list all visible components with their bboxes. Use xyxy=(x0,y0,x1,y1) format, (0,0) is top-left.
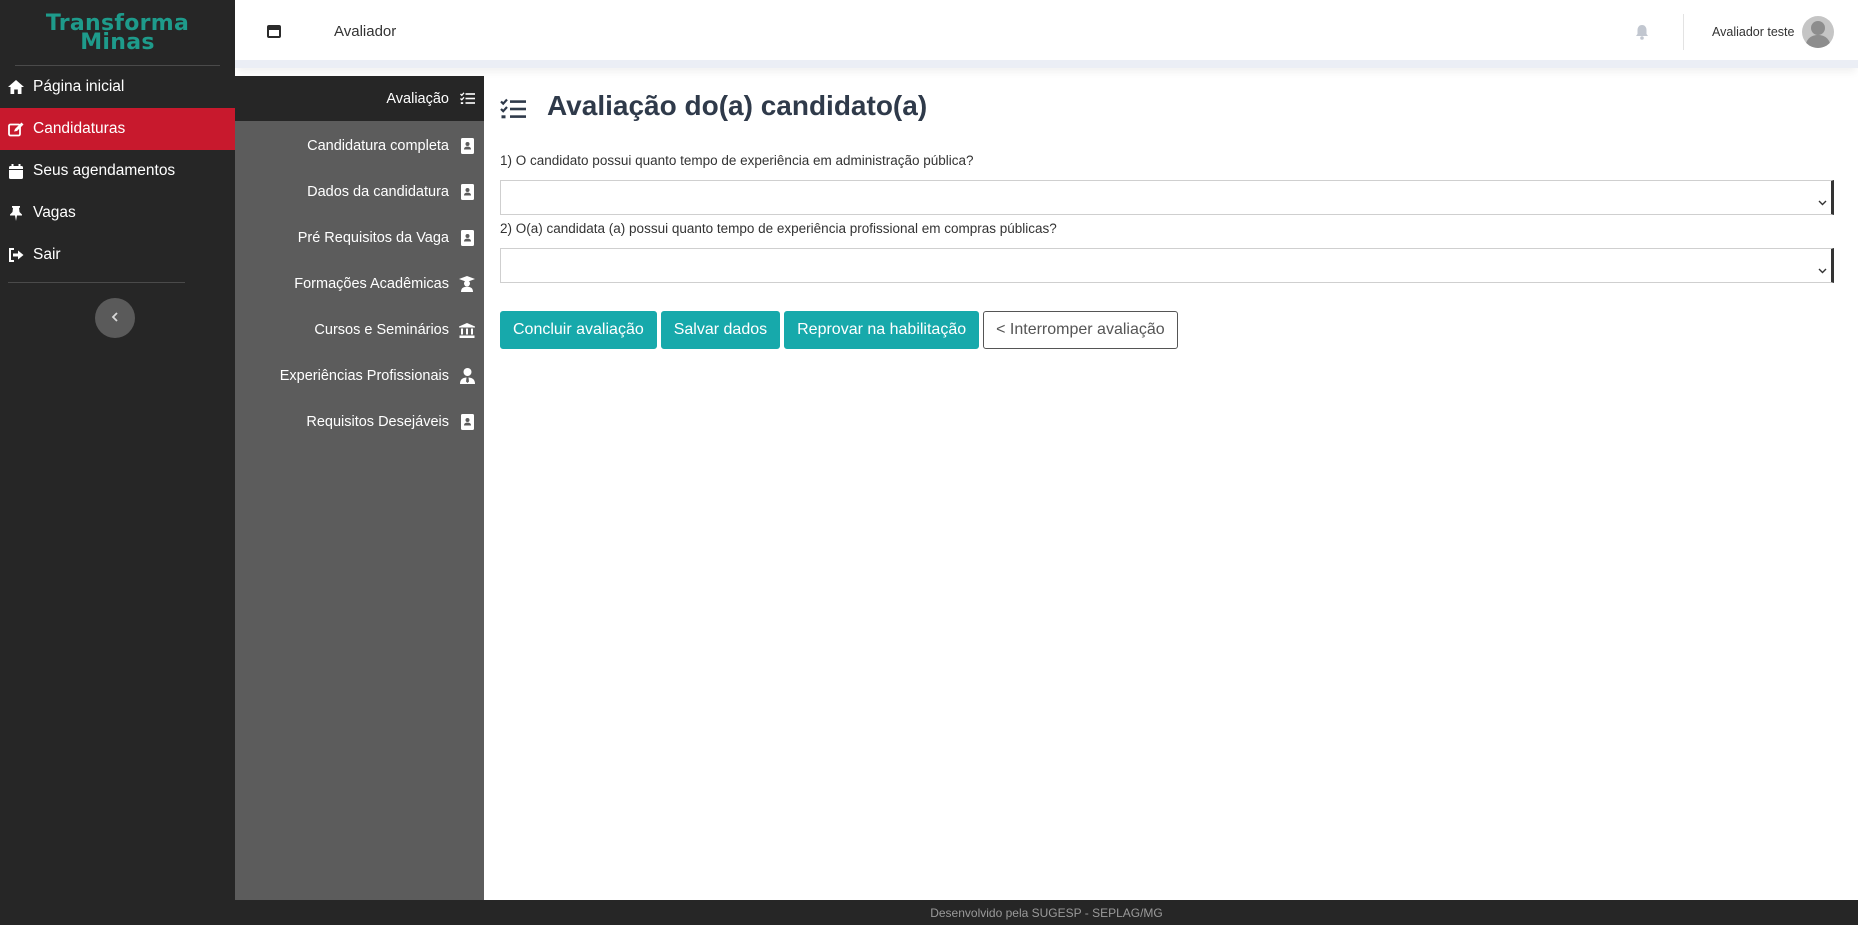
sidebar-item-label: Página inicial xyxy=(33,78,125,95)
save-data-button[interactable]: Salvar dados xyxy=(660,311,781,349)
sidebar-item-seus-agendamentos[interactable]: Seus agendamentos xyxy=(0,150,235,192)
user-tie-icon xyxy=(459,368,475,384)
subnav-item-pre-requisitos[interactable]: Pré Requisitos da Vaga xyxy=(235,215,484,261)
header-divider xyxy=(1683,14,1684,50)
sidebar-item-vagas[interactable]: Vagas xyxy=(0,192,235,234)
conclude-evaluation-button[interactable]: Concluir avaliação xyxy=(500,311,657,349)
institution-icon xyxy=(459,322,475,338)
subnav-item-label: Pré Requisitos da Vaga xyxy=(297,230,449,246)
subnav-item-label: Cursos e Seminários xyxy=(314,322,449,338)
collapse-sidebar-button[interactable] xyxy=(95,298,135,338)
subnav-item-experiencias-profissionais[interactable]: Experiências Profissionais xyxy=(235,353,484,399)
sidebar-item-label: Seus agendamentos xyxy=(33,162,176,179)
sidebar-item-label: Candidaturas xyxy=(33,120,126,137)
tasks-icon xyxy=(459,91,475,107)
subnav-item-label: Experiências Profissionais xyxy=(279,368,449,384)
subnav-item-cursos-seminarios[interactable]: Cursos e Seminários xyxy=(235,307,484,353)
question-2-label: 2) O(a) candidata (a) possui quanto temp… xyxy=(500,221,1057,236)
question-1-label: 1) O candidato possui quanto tempo de ex… xyxy=(500,153,974,168)
footer-text: Desenvolvido pela SUGESP - SEPLAG/MG xyxy=(930,905,1163,920)
id-card-icon xyxy=(459,184,475,200)
subnav-item-label: Formações Acadêmicas xyxy=(294,276,449,292)
subnav-head-avaliacao[interactable]: Avaliação xyxy=(235,76,484,121)
subnav-item-requisitos-desejaveis[interactable]: Requisitos Desejáveis xyxy=(235,399,484,445)
chevron-down-icon xyxy=(1818,261,1827,279)
id-card-icon xyxy=(459,230,475,246)
subnav-item-label: Requisitos Desejáveis xyxy=(306,414,449,430)
subnav-head-label: Avaliação xyxy=(386,90,449,107)
question-2-select[interactable] xyxy=(500,248,1834,283)
action-buttons: Concluir avaliação Salvar dados Reprovar… xyxy=(500,311,1178,349)
home-icon xyxy=(7,79,25,95)
chevron-down-icon xyxy=(1818,193,1827,211)
sidebar-item-sair[interactable]: Sair xyxy=(0,234,235,276)
interrupt-evaluation-button[interactable]: < Interromper avaliação xyxy=(983,311,1178,349)
evaluation-subnav: Avaliação Candidatura completa Dados da … xyxy=(235,76,484,900)
id-card-icon xyxy=(459,414,475,430)
sidebar-nav: Página inicial Candidaturas Seus agendam… xyxy=(0,66,235,283)
sidebar-divider xyxy=(8,282,185,283)
user-name[interactable]: Avaliador teste xyxy=(1712,25,1794,39)
window-icon[interactable] xyxy=(267,25,281,38)
sidebar-item-label: Sair xyxy=(33,246,61,263)
main-sidebar: Transforma Minas Página inicial Candidat… xyxy=(0,0,235,925)
question-1-select[interactable] xyxy=(500,180,1834,215)
brand-logo[interactable]: Transforma Minas xyxy=(15,0,220,66)
header-title: Avaliador xyxy=(334,23,397,40)
graduate-icon xyxy=(459,276,475,292)
pin-icon xyxy=(7,205,25,221)
subnav-item-label: Candidatura completa xyxy=(307,138,449,154)
sidebar-item-candidaturas[interactable]: Candidaturas xyxy=(0,108,235,150)
sign-out-icon xyxy=(7,247,25,263)
id-card-icon xyxy=(459,138,475,154)
reject-qualification-button[interactable]: Reprovar na habilitação xyxy=(784,311,980,349)
top-header: Avaliador Avaliador teste xyxy=(235,0,1858,68)
subnav-item-formacoes-academicas[interactable]: Formações Acadêmicas xyxy=(235,261,484,307)
avatar[interactable] xyxy=(1802,16,1834,48)
edit-icon xyxy=(7,121,25,137)
sidebar-item-pagina-inicial[interactable]: Página inicial xyxy=(0,66,235,108)
calendar-icon xyxy=(7,163,25,179)
sidebar-item-label: Vagas xyxy=(33,204,76,221)
footer: Desenvolvido pela SUGESP - SEPLAG/MG xyxy=(235,900,1858,925)
chevron-left-icon xyxy=(111,309,119,327)
bell-icon[interactable] xyxy=(1635,24,1649,45)
brand-line-2: Minas xyxy=(80,29,155,55)
tasks-icon xyxy=(500,98,526,125)
subnav-item-candidatura-completa[interactable]: Candidatura completa xyxy=(235,123,484,169)
page-title: Avaliação do(a) candidato(a) xyxy=(547,90,928,121)
subnav-item-dados-da-candidatura[interactable]: Dados da candidatura xyxy=(235,169,484,215)
subnav-item-label: Dados da candidatura xyxy=(307,184,449,200)
